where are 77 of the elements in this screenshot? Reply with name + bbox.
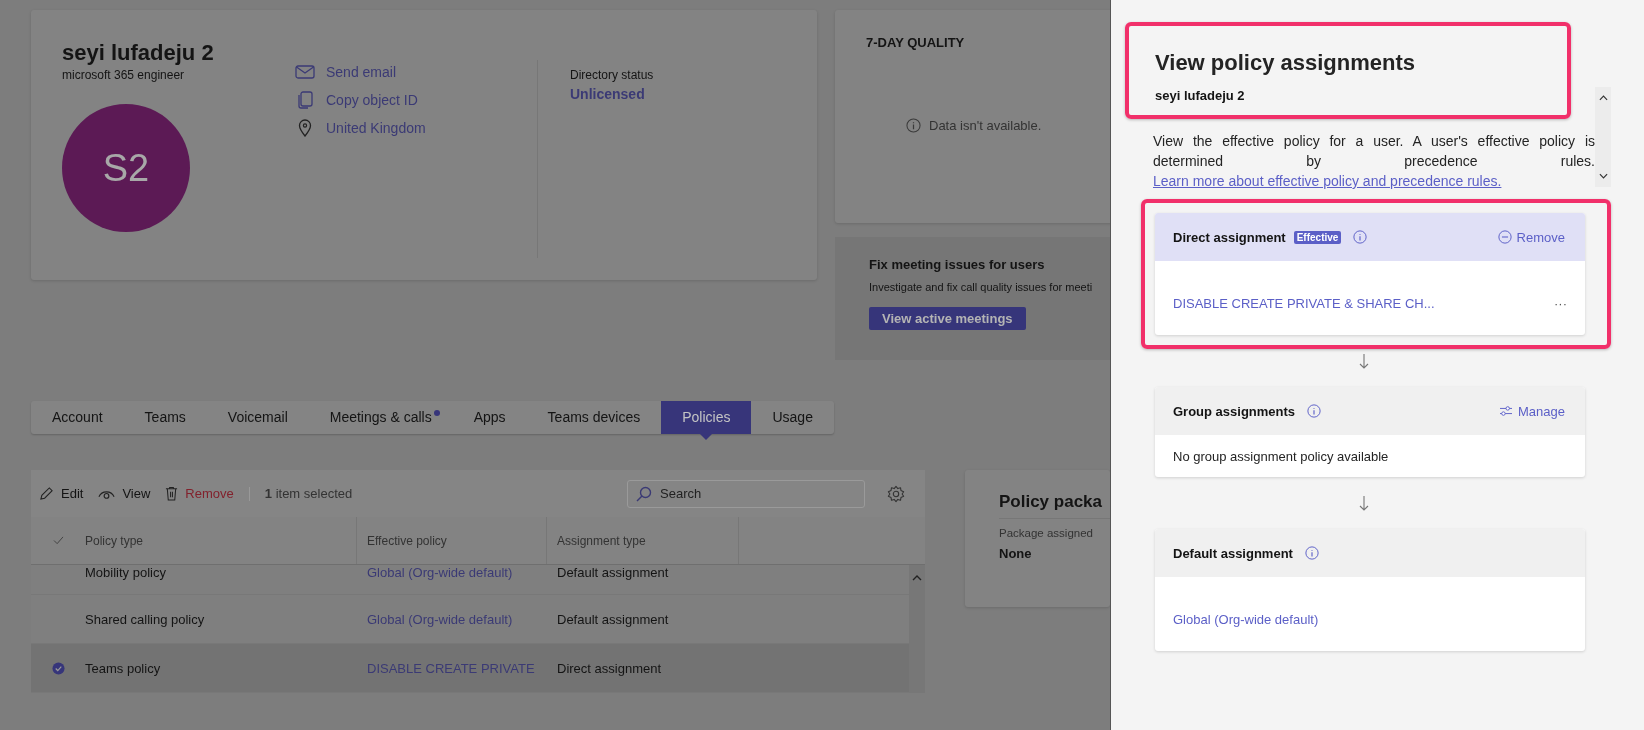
checked-circle-icon bbox=[51, 661, 65, 675]
info-icon[interactable] bbox=[1353, 230, 1368, 244]
tab[interactable]: Voicemail bbox=[206, 401, 309, 434]
tab[interactable]: Usage bbox=[751, 401, 834, 434]
status-label: Directory status bbox=[570, 68, 654, 82]
toolbar-button[interactable]: View bbox=[98, 486, 151, 501]
envelope-icon bbox=[295, 64, 315, 80]
table-cell-text: DISABLE CREATE PRIVATE bbox=[366, 660, 536, 676]
toolbar-button[interactable]: Remove bbox=[165, 486, 234, 501]
policy-link[interactable]: Global (Org-wide default) bbox=[1173, 611, 1319, 627]
table-cell-text: Direct assignment bbox=[556, 660, 663, 676]
table-cell-text: Global (Org-wide default) bbox=[366, 611, 514, 627]
tab[interactable]: Teams devices bbox=[526, 401, 662, 434]
copy-icon bbox=[295, 91, 315, 109]
description: View the effective policy for a user. A user's effective policy is determined by precedence rules. Learn more about effective policy and precedence rules. bbox=[1153, 132, 1595, 191]
assignment-title: Default assignment bbox=[1173, 545, 1293, 561]
profile-link[interactable]: United Kingdom bbox=[326, 120, 426, 136]
table-row[interactable]: Mobility policy Global (Org-wide default) Default assignment bbox=[31, 565, 909, 595]
selection-status: 1 item selected bbox=[264, 486, 353, 501]
no-data-message: Data isn't available. bbox=[929, 118, 1042, 133]
panel-user-name: seyi lufadeju 2 bbox=[1155, 88, 1246, 103]
quality-title: 7-DAY QUALITY bbox=[866, 35, 966, 50]
tab[interactable]: Teams bbox=[123, 401, 207, 434]
fix-description: Investigate and fix call quality issues for meeti bbox=[869, 281, 1094, 293]
profile-link[interactable]: Send email bbox=[326, 64, 397, 80]
table-cell-text: Default assignment bbox=[556, 611, 670, 627]
tab[interactable]: Account bbox=[31, 401, 124, 434]
minus-circle-icon bbox=[1497, 230, 1512, 244]
info-icon bbox=[906, 118, 921, 133]
tab[interactable]: Apps bbox=[452, 401, 527, 434]
package-label: Package assigned bbox=[999, 527, 1094, 539]
user-role: microsoft 365 engineer bbox=[62, 68, 186, 82]
toolbar-button[interactable]: Edit bbox=[39, 486, 84, 501]
assignment-action-button[interactable]: Manage bbox=[1499, 403, 1565, 419]
empty-message: No group assignment policy available bbox=[1173, 448, 1389, 464]
table-cell-text: Default assignment bbox=[556, 565, 670, 580]
policy-link[interactable]: DISABLE CREATE PRIVATE & SHARE CH... bbox=[1173, 295, 1435, 311]
scrollbar[interactable] bbox=[1595, 87, 1611, 187]
assignment-action-button[interactable]: Remove bbox=[1497, 229, 1565, 245]
selected-table-row[interactable]: Teams policy DISABLE CREATE PRIVATE Direct assignment bbox=[31, 644, 909, 693]
column-header[interactable]: Policy type bbox=[85, 517, 357, 564]
learn-more-link[interactable]: Learn more about effective policy and precedence rules. bbox=[1153, 173, 1502, 189]
table-cell-text: Shared calling policy bbox=[85, 611, 206, 627]
package-value: None bbox=[999, 546, 1033, 561]
caret-up-icon bbox=[912, 575, 922, 581]
search-field[interactable]: Search bbox=[627, 479, 865, 508]
caret-down-icon bbox=[1598, 173, 1608, 179]
assignment-title: Group assignments bbox=[1173, 403, 1296, 419]
column-header[interactable]: Effective policy bbox=[357, 517, 547, 564]
panel-title: View policy assignments bbox=[1155, 50, 1417, 76]
checkmark-icon bbox=[52, 536, 64, 545]
profile-link[interactable]: Copy object ID bbox=[326, 92, 418, 108]
info-icon[interactable] bbox=[1304, 546, 1319, 560]
search-icon bbox=[636, 485, 652, 502]
table-cell-text: Mobility policy bbox=[85, 565, 167, 580]
table-cell-text: Teams policy bbox=[85, 660, 162, 676]
sliders-icon bbox=[1499, 405, 1513, 417]
fix-title: Fix meeting issues for users bbox=[869, 257, 1046, 272]
view-active-meetings-button[interactable]: View active meetings bbox=[869, 307, 1026, 330]
caret-up-icon bbox=[1598, 95, 1608, 101]
status-value: Unlicensed bbox=[570, 86, 646, 102]
table-cell-text: Global (Org-wide default) bbox=[366, 565, 514, 580]
column-header[interactable]: Assignment type bbox=[547, 517, 739, 564]
assignment-title: Direct assignment bbox=[1173, 229, 1286, 245]
trash-icon bbox=[165, 486, 179, 501]
info-icon[interactable] bbox=[1307, 404, 1322, 418]
scrollbar[interactable] bbox=[909, 565, 925, 693]
avatar: S2 bbox=[62, 104, 190, 232]
down-arrow-icon bbox=[1359, 353, 1369, 369]
user-name: seyi lufadeju 2 bbox=[62, 40, 215, 66]
status-badge: Effective bbox=[1293, 230, 1342, 244]
tab[interactable]: Meetings & calls bbox=[308, 401, 453, 434]
tab-pointer-icon bbox=[700, 434, 713, 440]
down-arrow-icon bbox=[1359, 495, 1369, 511]
settings-icon[interactable] bbox=[887, 484, 905, 503]
more-options-button[interactable]: ··· bbox=[1554, 295, 1567, 311]
pencil-icon bbox=[39, 486, 54, 501]
